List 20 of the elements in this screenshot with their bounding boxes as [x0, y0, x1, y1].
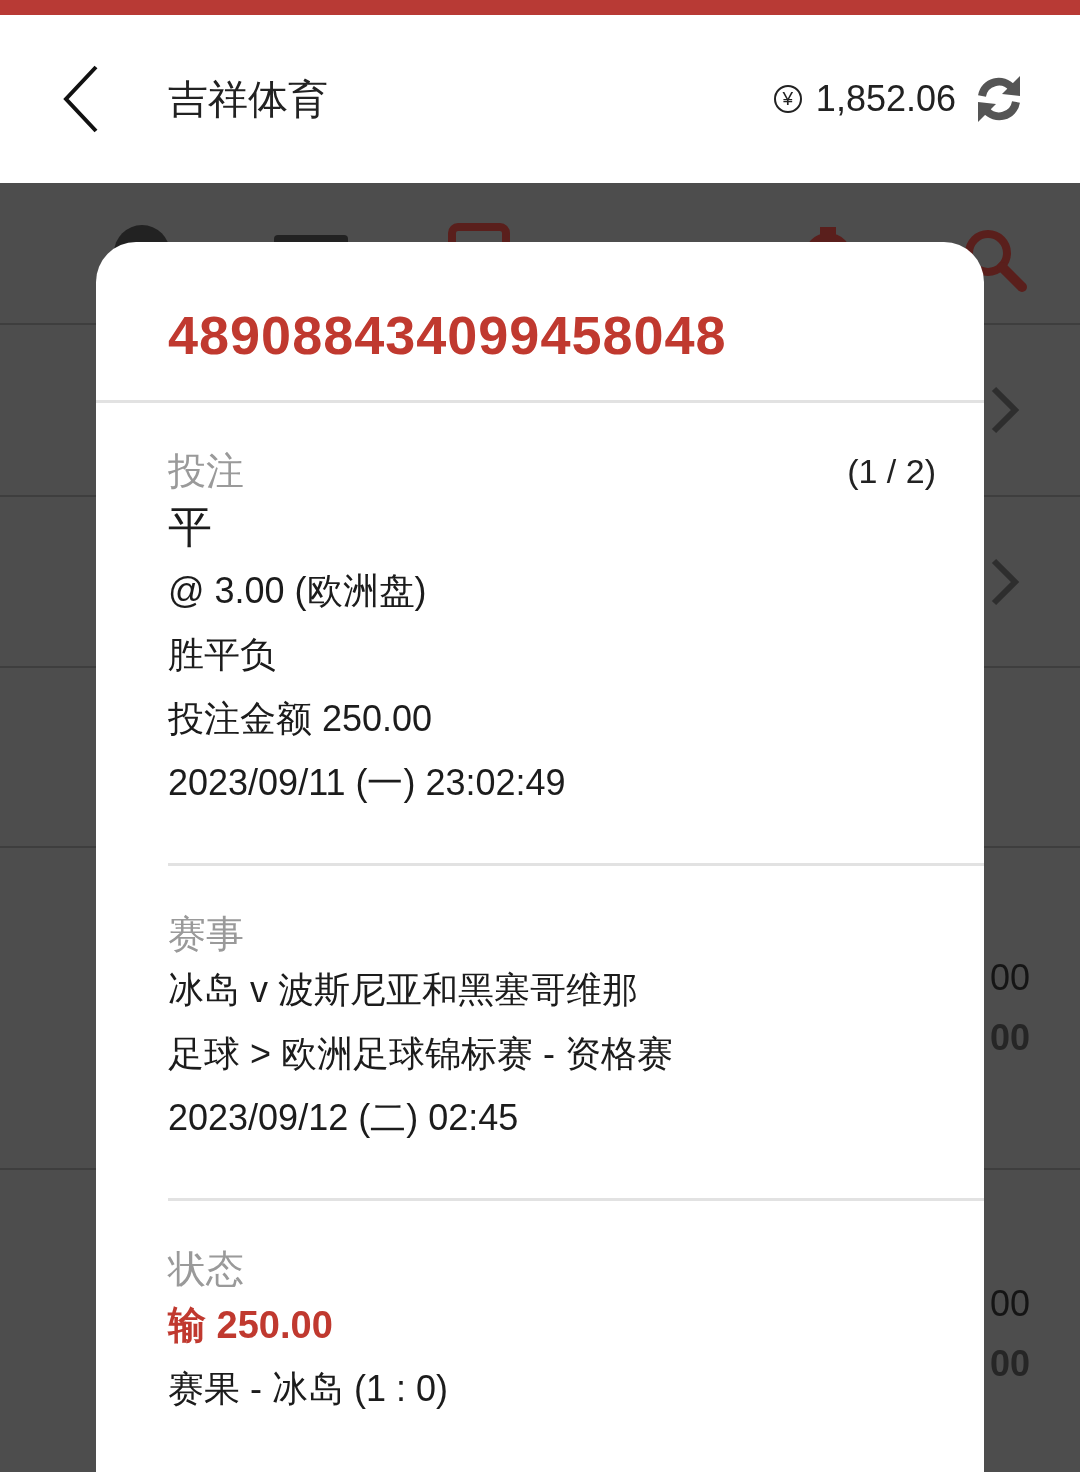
section-label: 状态 [168, 1247, 244, 1292]
amount: 00 [989, 957, 1030, 999]
detail-text: 2023/09/11 (一) 23:02:49 [168, 761, 567, 805]
detail-text: 赛果 - 冰岛 (1 : 0) [168, 1367, 450, 1411]
balance: 1,852.06 [815, 78, 956, 120]
bet-id: 489088434099458048 [168, 306, 727, 364]
detail-text: 足球 > 欧洲足球锦标赛 - 资格赛 [168, 1032, 675, 1076]
currency-icon: ¥ [773, 85, 802, 113]
app-title: 吉祥体育 [168, 75, 329, 123]
detail-text: 冰岛 v 波斯尼亚和黑塞哥维那 [168, 968, 639, 1012]
detail-text: 投注金额 250.00 [168, 697, 434, 741]
result-amount: 输 250.00 [168, 1303, 334, 1348]
page-counter: (1 / 2) [847, 451, 936, 491]
detail-text: 平 [168, 501, 213, 553]
section-label: 投注 [168, 449, 244, 494]
amount: 00 [989, 1283, 1030, 1325]
detail-text: 2023/09/12 (二) 02:45 [168, 1096, 520, 1140]
section-label: 赛事 [168, 912, 244, 957]
detail-text: 胜平负 [168, 633, 277, 677]
detail-text: @ 3.00 (欧洲盘) [168, 569, 428, 613]
